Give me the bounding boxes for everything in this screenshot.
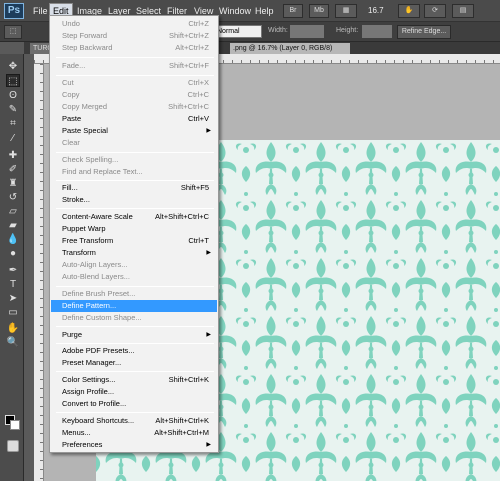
menu-item-undo[interactable]: Undo Ctrl+Z [51,18,217,30]
menu-separator [56,412,214,413]
menu-separator [56,326,214,327]
menu-separator [56,286,214,287]
tools-panel: ✥ ⬚ ʘ ✎ ⌗ ⁄ ✚ ✐ ♜ ↺ ▱ ▰ 💧 ● ✒ T ➤ ▭ ✋ 🔍 [0,54,24,481]
clone-stamp-icon[interactable]: ♜ [6,177,20,190]
menu-separator [56,371,214,372]
menu-item-step-backward[interactable]: Step Backward Alt+Ctrl+Z [51,42,217,54]
menu-item-stroke[interactable]: Stroke... [51,194,217,206]
quick-select-tool-icon[interactable]: ✎ [6,103,20,116]
menu-item-auto-blend[interactable]: Auto-Blend Layers... [51,271,217,283]
menu-item-check-spelling[interactable]: Check Spelling... [51,154,217,166]
menu-item-adobe-pdf-presets[interactable]: Adobe PDF Presets... [51,345,217,357]
healing-brush-icon[interactable]: ✚ [6,149,20,162]
photoshop-logo: Ps [4,3,24,19]
menu-item-free-transform[interactable]: Free Transform Ctrl+T [51,235,217,247]
pen-tool-icon[interactable]: ✒ [6,264,20,277]
arrange-documents-icon[interactable]: ▤ [452,4,474,18]
submenu-arrow-icon: ▶ [206,442,211,448]
hand-tool-icon[interactable]: ✋ [6,322,20,335]
menu-item-find-replace[interactable]: Find and Replace Text... [51,166,217,178]
menu-item-clear[interactable]: Clear [51,137,217,149]
menu-item-preset-manager[interactable]: Preset Manager... [51,357,217,369]
move-tool-icon[interactable]: ✥ [6,60,20,73]
menu-item-convert-profile[interactable]: Convert to Profile... [51,398,217,410]
marquee-preset-icon[interactable]: ⬚ [4,25,22,39]
edit-menu: Undo Ctrl+Z Step Forward Shift+Ctrl+Z Step… [49,15,219,453]
type-tool-icon[interactable]: T [6,278,20,291]
height-field[interactable] [362,25,392,38]
blur-tool-icon[interactable]: 💧 [6,233,20,246]
refine-edge-button[interactable]: Refine Edge... [397,25,451,39]
submenu-arrow-icon: ▶ [206,128,211,134]
menu-item-purge[interactable]: Purge ▶ [51,329,217,341]
menu-item-transform[interactable]: Transform ▶ [51,247,217,259]
crop-tool-icon[interactable]: ⌗ [6,117,20,130]
menu-item-content-aware-scale[interactable]: Content-Aware Scale Alt+Shift+Ctrl+C [51,211,217,223]
menu-separator [56,75,214,76]
zoom-level[interactable]: 16.7 [368,4,390,18]
hand-view-icon[interactable]: ✋ [398,4,420,18]
menu-item-menus[interactable]: Menus... Alt+Shift+Ctrl+M [51,427,217,439]
menu-item-fill[interactable]: Fill... Shift+F5 [51,182,217,194]
menu-item-copy-merged[interactable]: Copy Merged Shift+Ctrl+C [51,101,217,113]
vertical-ruler [34,64,44,481]
bridge-button[interactable]: Br [283,4,303,18]
menu-item-paste[interactable]: Paste Ctrl+V [51,113,217,125]
menu-help[interactable]: Help [252,3,277,19]
width-label: Width: [268,27,288,34]
menu-separator [56,343,214,344]
dodge-tool-icon[interactable]: ● [6,247,20,260]
marquee-tool-icon[interactable]: ⬚ [6,74,20,87]
menu-item-define-brush[interactable]: Define Brush Preset... [51,288,217,300]
submenu-arrow-icon: ▶ [206,250,211,256]
document-tab-active[interactable]: .png @ 16.7% (Layer 0, RGB/8) [230,43,350,54]
zoom-tool-icon[interactable]: 🔍 [6,336,20,349]
view-extras-icon[interactable]: ▦ [335,4,357,18]
menu-item-copy[interactable]: Copy Ctrl+C [51,89,217,101]
menu-item-auto-align[interactable]: Auto-Align Layers... [51,259,217,271]
style-select[interactable]: Normal [214,25,262,38]
menu-item-fade[interactable]: Fade... Shift+Ctrl+F [51,60,217,72]
menu-separator [56,152,214,153]
lasso-tool-icon[interactable]: ʘ [6,89,20,102]
menu-item-color-settings[interactable]: Color Settings... Shift+Ctrl+K [51,374,217,386]
rotate-view-icon[interactable]: ⟳ [424,4,446,18]
menu-item-preferences[interactable]: Preferences ▶ [51,439,217,451]
menu-separator [56,208,214,209]
menu-item-puppet-warp[interactable]: Puppet Warp [51,223,217,235]
path-select-icon[interactable]: ➤ [6,292,20,305]
menu-item-step-forward[interactable]: Step Forward Shift+Ctrl+Z [51,30,217,42]
menu-separator [56,57,214,58]
menu-item-cut[interactable]: Cut Ctrl+X [51,77,217,89]
menu-item-keyboard-shortcuts[interactable]: Keyboard Shortcuts... Alt+Shift+Ctrl+K [51,415,217,427]
brush-tool-icon[interactable]: ✐ [6,163,20,176]
menu-item-paste-special[interactable]: Paste Special ▶ [51,125,217,137]
quick-mask-icon[interactable] [7,440,19,452]
menu-item-assign-profile[interactable]: Assign Profile... [51,386,217,398]
background-color-swatch[interactable] [10,420,20,430]
submenu-arrow-icon: ▶ [206,332,211,338]
gradient-tool-icon[interactable]: ▰ [6,219,20,232]
eraser-tool-icon[interactable]: ▱ [6,205,20,218]
menu-item-define-pattern[interactable]: Define Pattern... [51,300,217,312]
menu-separator [56,180,214,181]
shape-tool-icon[interactable]: ▭ [6,306,20,319]
menu-item-define-custom-shape[interactable]: Define Custom Shape... [51,312,217,324]
height-label: Height: [336,27,359,34]
mini-bridge-button[interactable]: Mb [309,4,329,18]
history-brush-icon[interactable]: ↺ [6,191,20,204]
eyedropper-tool-icon[interactable]: ⁄ [6,132,20,145]
menu-file[interactable]: File [30,3,51,19]
width-field[interactable] [290,25,324,38]
menu-window[interactable]: Window [216,3,254,19]
